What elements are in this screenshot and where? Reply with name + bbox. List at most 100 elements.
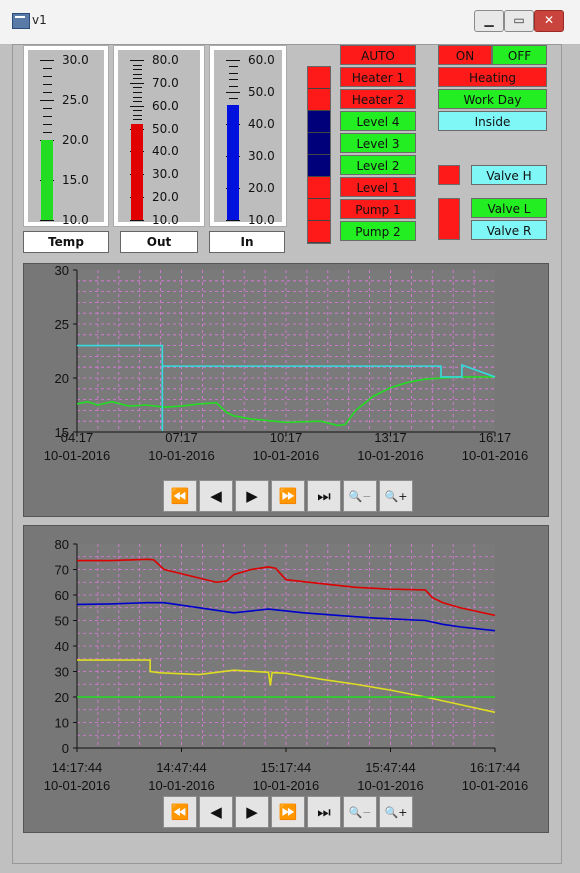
- output-pump-1-button[interactable]: Pump 1: [340, 199, 416, 219]
- y-tick-label: 25: [55, 317, 69, 332]
- out-bar-track: [131, 60, 143, 220]
- output-level-4-button[interactable]: Level 4: [340, 111, 416, 131]
- scale-label: 20.0: [62, 133, 89, 147]
- x-tick-time-label: 16:17:44: [470, 760, 521, 775]
- maximize-button[interactable]: ▭: [504, 10, 534, 32]
- chart1-navigation: ⏪ ◀ ▶ ⏩ ⏭ 🔍− 🔍+: [163, 480, 413, 512]
- valve-h-indicator: [438, 165, 460, 185]
- valve-h-button[interactable]: Valve H: [471, 165, 547, 185]
- fast-forward-icon: ⏩: [278, 487, 298, 505]
- x-tick-time-label: 14:47:44: [156, 760, 207, 775]
- scale-label: 30.0: [248, 149, 275, 163]
- app-icon: [12, 13, 30, 29]
- x-tick-date-label: 10-01-2016: [253, 448, 320, 463]
- minimize-button[interactable]: ▁: [474, 10, 504, 32]
- output-heater-1-button[interactable]: Heater 1: [340, 67, 416, 87]
- y-tick-label: 40: [55, 639, 69, 654]
- x-tick-date-label: 10-01-2016: [44, 448, 111, 463]
- in-bar-track: [227, 60, 239, 220]
- scale-label: 25.0: [62, 93, 89, 107]
- chart-plot[interactable]: 0 10 20 30 40 50 60 70 80 14:17:44 10-01-2016 14:47…: [24, 526, 548, 832]
- status-cell: [308, 111, 330, 133]
- x-tick-time-label: 13:17: [374, 430, 407, 445]
- close-button[interactable]: ✕: [534, 10, 564, 32]
- y-tick-label: 30: [55, 264, 69, 278]
- x-tick-date-label: 10-01-2016: [44, 778, 111, 793]
- zoom-in-icon: 🔍+: [384, 805, 408, 819]
- scale-label: 40.0: [152, 144, 179, 159]
- valve-l-button[interactable]: Valve L: [471, 198, 547, 218]
- rewind-button[interactable]: ⏪: [163, 796, 197, 828]
- output-level-3-button[interactable]: Level 3: [340, 133, 416, 153]
- temp-bar-fill: [41, 140, 53, 220]
- scale-tick: [226, 220, 240, 221]
- end-button[interactable]: ⏭: [307, 796, 341, 828]
- play-icon: ▶: [246, 803, 258, 821]
- scale-label: 10.0: [248, 213, 275, 227]
- app-window: v1 ▁ ▭ ✕ 30.0 25.0 20.0 15.0 10.0 80.0 70.0 60…: [0, 0, 580, 873]
- title-bar[interactable]: v1 ▁ ▭ ✕: [0, 0, 580, 45]
- output-level-1-button[interactable]: Level 1: [340, 177, 416, 197]
- zoom-in-button[interactable]: 🔍+: [379, 480, 413, 512]
- thermometer-body: 80.0 70.0 60.0 50.0 40.0 30.0 20.0 10.0: [118, 50, 200, 227]
- output-pump-2-button[interactable]: Pump 2: [340, 221, 416, 241]
- status-cell: [308, 155, 330, 177]
- play-button[interactable]: ▶: [235, 480, 269, 512]
- in-bar-fill: [227, 104, 239, 220]
- x-tick-date-label: 10-01-2016: [148, 448, 215, 463]
- fast-forward-button[interactable]: ⏩: [271, 796, 305, 828]
- rewind-button[interactable]: ⏪: [163, 480, 197, 512]
- zoom-out-icon: 🔍−: [348, 489, 372, 503]
- zoom-out-button[interactable]: 🔍−: [343, 480, 377, 512]
- output-level-2-button[interactable]: Level 2: [340, 155, 416, 175]
- in-label: In: [209, 231, 285, 253]
- step-back-button[interactable]: ◀: [199, 480, 233, 512]
- step-back-button[interactable]: ◀: [199, 796, 233, 828]
- rewind-icon: ⏪: [170, 803, 190, 821]
- fast-forward-button[interactable]: ⏩: [271, 480, 305, 512]
- zoom-in-button[interactable]: 🔍+: [379, 796, 413, 828]
- end-button[interactable]: ⏭: [307, 480, 341, 512]
- zoom-out-icon: 🔍−: [348, 805, 372, 819]
- window-title: v1: [32, 13, 47, 27]
- scale-label: 60.0: [152, 98, 179, 113]
- main-panel: 30.0 25.0 20.0 15.0 10.0 80.0 70.0 60.0 50.0 40.…: [12, 44, 562, 864]
- output-auto-button[interactable]: AUTO: [340, 45, 416, 65]
- temp-bar-track: [41, 60, 53, 220]
- scale-label: 20.0: [152, 190, 179, 205]
- chart-plot[interactable]: 1520253004:1710-01-201607:1710-01-201610…: [24, 264, 548, 516]
- history-trend-chart: 0 10 20 30 40 50 60 70 80 14:17:44 10-01-2016 14:47…: [23, 525, 549, 833]
- thermometer-body: 60.0 50.0 40.0 30.0 20.0 10.0: [214, 50, 282, 227]
- scale-label: 60.0: [248, 53, 275, 67]
- out-label: Out: [120, 231, 198, 253]
- output-heater-2-button[interactable]: Heater 2: [340, 89, 416, 109]
- valve-r-button[interactable]: Valve R: [471, 220, 547, 240]
- x-tick-time-label: 10:17: [270, 430, 303, 445]
- fast-forward-icon: ⏩: [278, 803, 298, 821]
- zoom-out-button[interactable]: 🔍−: [343, 796, 377, 828]
- inside-button[interactable]: Inside: [438, 111, 547, 131]
- scale-tick: [130, 220, 144, 221]
- x-tick-time-label: 14:17:44: [52, 760, 103, 775]
- off-button[interactable]: OFF: [492, 45, 547, 65]
- scale-label: 10.0: [62, 213, 89, 227]
- heating-button[interactable]: Heating: [438, 67, 547, 87]
- scale-label: 50.0: [248, 85, 275, 99]
- x-tick-time-label: 16:17: [479, 430, 512, 445]
- play-icon: ▶: [246, 487, 258, 505]
- level-status-strip: [307, 66, 331, 244]
- scale-label: 30.0: [152, 167, 179, 182]
- x-tick-time-label: 15:17:44: [261, 760, 312, 775]
- chart2-navigation: ⏪ ◀ ▶ ⏩ ⏭ 🔍− 🔍+: [163, 796, 413, 828]
- zoom-in-icon: 🔍+: [384, 489, 408, 503]
- out-thermometer: 80.0 70.0 60.0 50.0 40.0 30.0 20.0 10.0: [113, 45, 205, 227]
- play-button[interactable]: ▶: [235, 796, 269, 828]
- y-tick-label: 20: [55, 690, 69, 705]
- y-tick-label: 0: [62, 741, 69, 756]
- on-button[interactable]: ON: [438, 45, 492, 65]
- workday-button[interactable]: Work Day: [438, 89, 547, 109]
- scale-label: 15.0: [62, 173, 89, 187]
- status-cell: [308, 133, 330, 155]
- y-tick-label: 50: [55, 614, 69, 629]
- y-tick-label: 80: [55, 537, 69, 552]
